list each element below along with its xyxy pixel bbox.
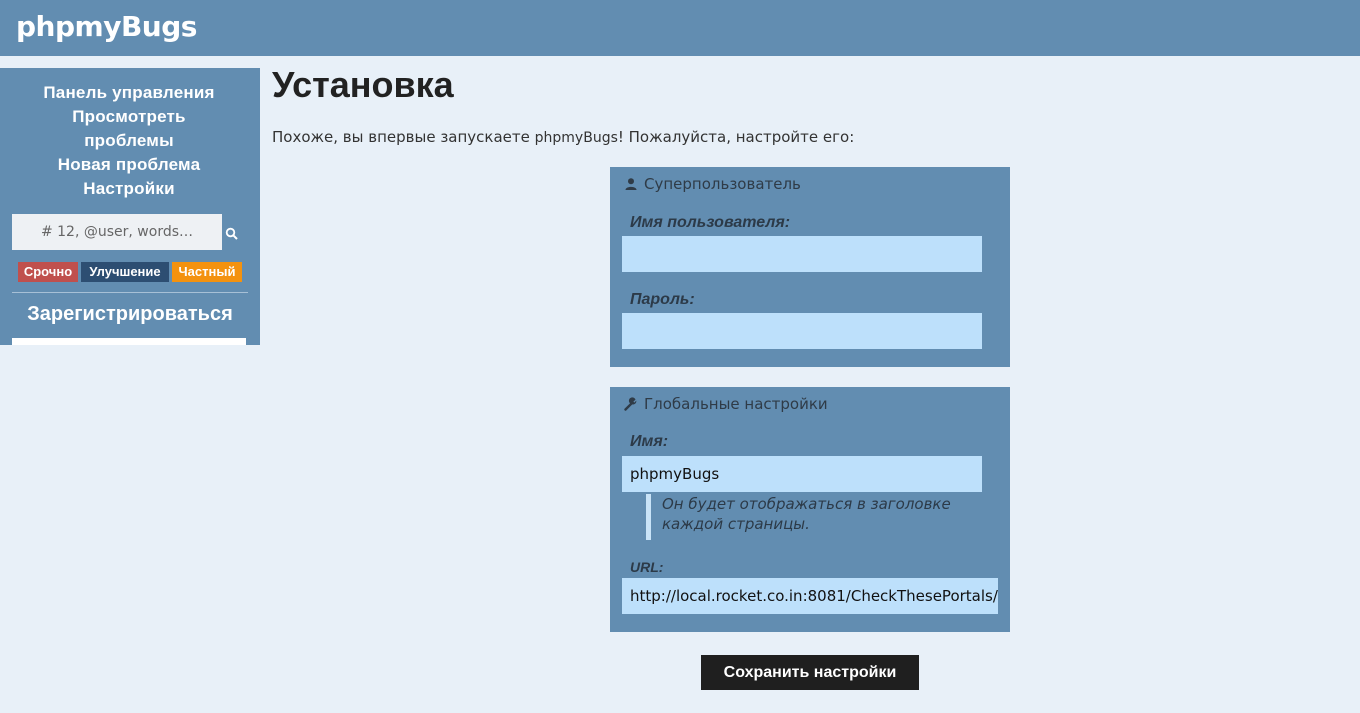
nav-new-issue[interactable]: Новая проблема — [12, 153, 246, 177]
superuser-heading-text: Суперпользователь — [644, 175, 801, 193]
url-label: URL: — [630, 559, 664, 575]
intro-product: phpmyBugs — [534, 130, 618, 146]
tag-urgent[interactable]: Срочно — [18, 262, 78, 282]
search-icon[interactable] — [225, 227, 239, 241]
password-field[interactable] — [622, 313, 982, 349]
sidebar: Панель управления Просмотреть проблемы Н… — [0, 68, 260, 345]
nav-settings[interactable]: Настройки — [12, 177, 246, 201]
search-input[interactable] — [12, 214, 222, 250]
user-icon — [625, 178, 637, 190]
site-name-hint: Он будет отображаться в заголовке каждой… — [646, 494, 976, 540]
global-settings-heading-text: Глобальные настройки — [644, 395, 828, 413]
sidebar-form-strip — [12, 338, 246, 345]
intro-before: Похоже, вы впервые запускаете — [272, 128, 535, 146]
register-link[interactable]: Зарегистрироваться — [12, 303, 248, 326]
brand-title[interactable]: phpmyBugs — [16, 10, 197, 43]
superuser-heading: Суперпользователь — [624, 175, 801, 193]
page-title: Установка — [272, 64, 454, 105]
global-settings-heading: Глобальные настройки — [624, 395, 828, 413]
site-name-field[interactable] — [622, 456, 982, 492]
username-label: Имя пользователя: — [630, 214, 791, 231]
url-field[interactable] — [622, 578, 998, 614]
username-field[interactable] — [622, 236, 982, 272]
intro-after: ! Пожалуйста, настройте его: — [617, 128, 855, 146]
password-label: Пароль: — [630, 291, 695, 308]
save-settings-button[interactable]: Сохранить настройки — [701, 655, 919, 690]
nav-dashboard[interactable]: Панель управления — [12, 81, 246, 105]
global-settings-panel: Глобальные настройки Имя: Он будет отобр… — [610, 387, 1010, 632]
tag-private[interactable]: Частный — [172, 262, 242, 282]
intro-text: Похоже, вы впервые запускаете phpmyBugs!… — [272, 128, 854, 146]
sidebar-divider — [12, 292, 248, 293]
wrench-icon — [624, 397, 637, 411]
tag-enhancement[interactable]: Улучшение — [81, 262, 169, 282]
nav-browse-issues[interactable]: Просмотреть проблемы — [12, 105, 246, 153]
top-bar: phpmyBugs — [0, 0, 1360, 56]
name-label: Имя: — [630, 433, 669, 450]
superuser-panel: Суперпользователь Имя пользователя: Паро… — [610, 167, 1010, 367]
sidebar-nav: Панель управления Просмотреть проблемы Н… — [12, 81, 246, 201]
